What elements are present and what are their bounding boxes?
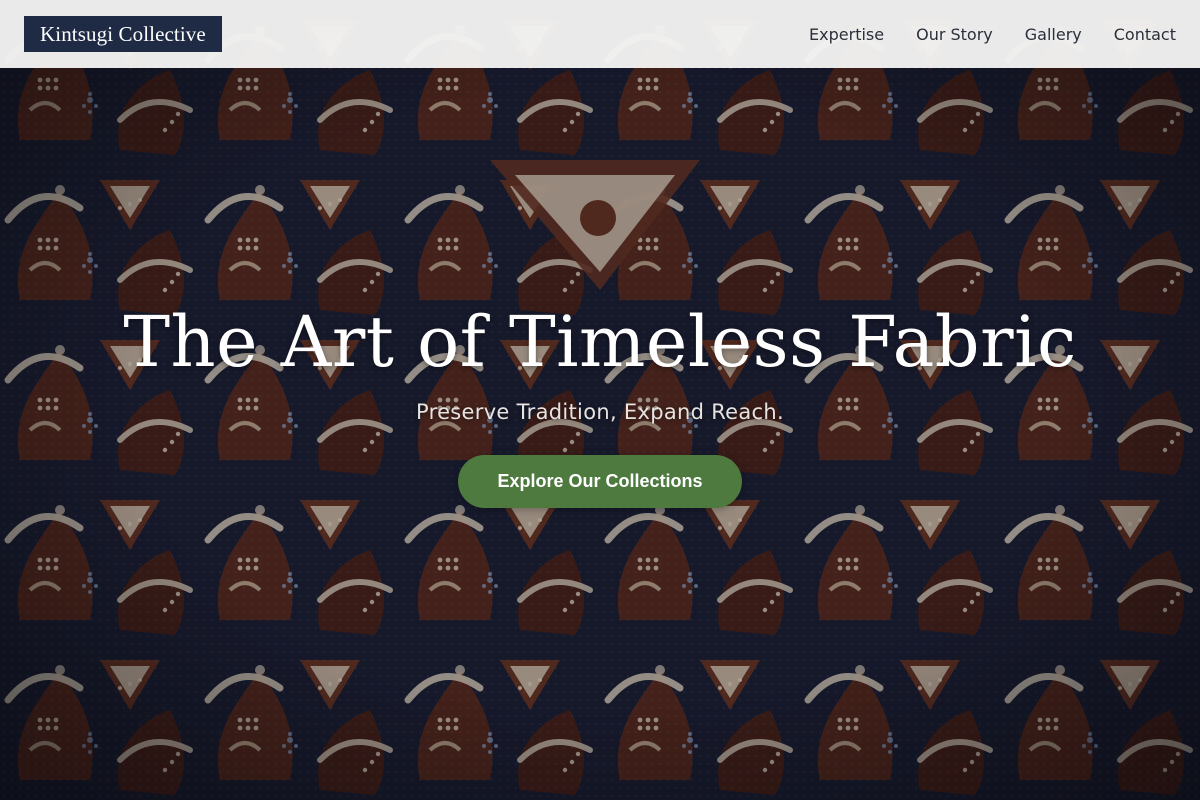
- nav-link-gallery[interactable]: Gallery: [1025, 25, 1082, 44]
- nav-link-expertise[interactable]: Expertise: [809, 25, 884, 44]
- explore-collections-button[interactable]: Explore Our Collections: [458, 455, 742, 508]
- landing-page: Kintsugi Collective Expertise Our Story …: [0, 0, 1200, 800]
- main-nav: Expertise Our Story Gallery Contact: [809, 25, 1176, 44]
- hero-section: The Art of Timeless Fabric Preserve Trad…: [0, 0, 1200, 800]
- hero-subtitle: Preserve Tradition, Expand Reach.: [416, 400, 784, 424]
- brand-logo[interactable]: Kintsugi Collective: [24, 16, 222, 52]
- hero-title: The Art of Timeless Fabric: [123, 301, 1077, 383]
- nav-link-contact[interactable]: Contact: [1114, 25, 1176, 44]
- site-header: Kintsugi Collective Expertise Our Story …: [0, 0, 1200, 68]
- nav-link-our-story[interactable]: Our Story: [916, 25, 993, 44]
